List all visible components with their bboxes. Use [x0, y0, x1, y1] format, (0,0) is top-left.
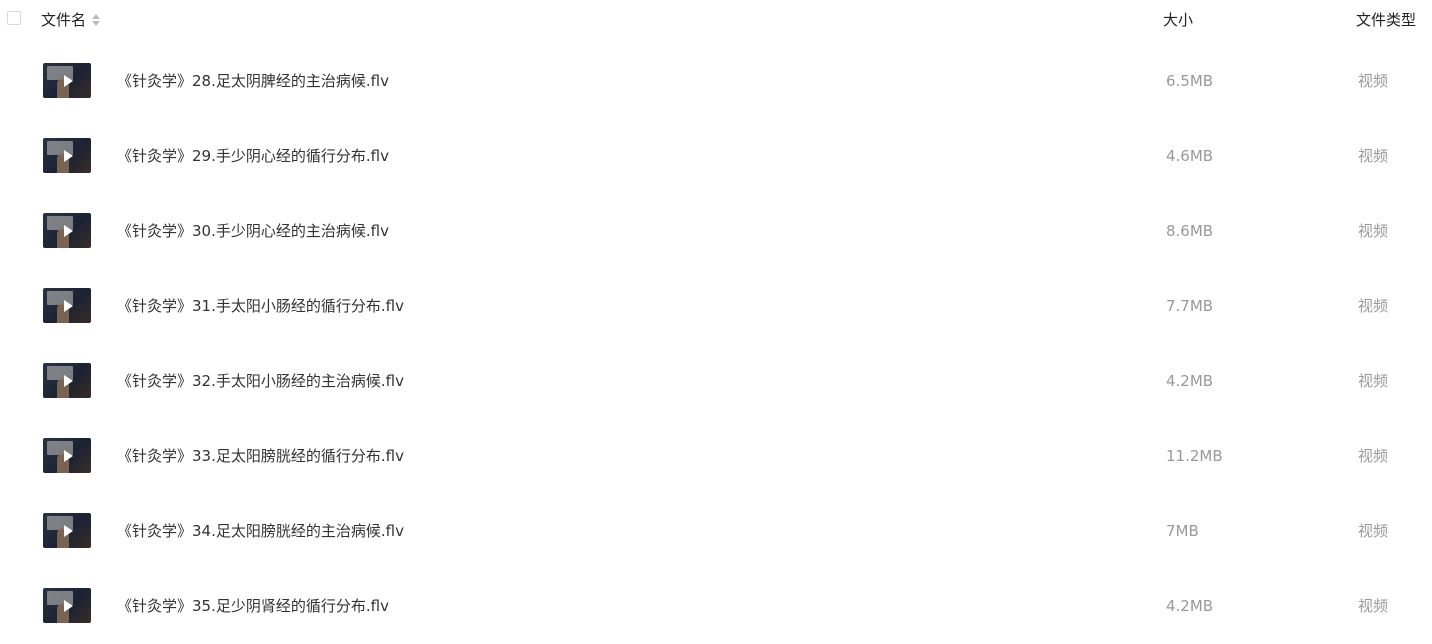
file-name[interactable]: 《针灸学》35.足少阴肾经的循行分布.flv	[117, 596, 389, 616]
file-type: 视频	[1358, 597, 1389, 615]
video-thumbnail-icon[interactable]	[43, 588, 91, 623]
file-type: 视频	[1358, 222, 1389, 240]
file-name[interactable]: 《针灸学》29.手少阴心经的循行分布.flv	[117, 146, 389, 166]
video-thumbnail-icon[interactable]	[43, 213, 91, 248]
file-name[interactable]: 《针灸学》33.足太阳膀胱经的循行分布.flv	[117, 446, 404, 466]
file-list-header: 文件名 大小 文件类型	[0, 0, 1432, 40]
file-size: 7MB	[1166, 522, 1199, 540]
file-type: 视频	[1358, 447, 1389, 465]
play-icon	[64, 525, 73, 537]
video-thumbnail-icon[interactable]	[43, 363, 91, 398]
video-thumbnail-icon[interactable]	[43, 288, 91, 323]
file-name[interactable]: 《针灸学》34.足太阳膀胱经的主治病候.flv	[117, 521, 404, 541]
play-icon	[64, 300, 73, 312]
file-size: 8.6MB	[1166, 222, 1214, 240]
play-icon	[64, 75, 73, 87]
file-size: 4.2MB	[1166, 372, 1214, 390]
file-name[interactable]: 《针灸学》31.手太阳小肠经的循行分布.flv	[117, 296, 404, 316]
video-thumbnail-icon[interactable]	[43, 63, 91, 98]
play-icon	[64, 450, 73, 462]
file-name[interactable]: 《针灸学》28.足太阴脾经的主治病候.flv	[117, 71, 389, 91]
video-thumbnail-icon[interactable]	[43, 138, 91, 173]
file-size: 11.2MB	[1166, 447, 1223, 465]
file-size: 4.6MB	[1166, 147, 1214, 165]
file-row[interactable]: 《针灸学》30.手少阴心经的主治病候.flv 8.6MB 视频	[0, 194, 1432, 269]
file-row[interactable]: 《针灸学》31.手太阳小肠经的循行分布.flv 7.7MB 视频	[0, 269, 1432, 344]
file-row[interactable]: 《针灸学》29.手少阴心经的循行分布.flv 4.6MB 视频	[0, 119, 1432, 194]
file-size: 7.7MB	[1166, 297, 1214, 315]
file-list: 《针灸学》28.足太阴脾经的主治病候.flv 6.5MB 视频 《针灸学》29.…	[0, 44, 1432, 644]
column-header-size[interactable]: 大小	[1163, 10, 1193, 30]
video-thumbnail-icon[interactable]	[43, 438, 91, 473]
file-type: 视频	[1358, 297, 1389, 315]
play-icon	[64, 150, 73, 162]
file-type: 视频	[1358, 522, 1389, 540]
file-type: 视频	[1358, 147, 1389, 165]
file-row[interactable]: 《针灸学》35.足少阴肾经的循行分布.flv 4.2MB 视频	[0, 569, 1432, 644]
file-type: 视频	[1358, 372, 1389, 390]
file-name[interactable]: 《针灸学》30.手少阴心经的主治病候.flv	[117, 221, 389, 241]
file-name[interactable]: 《针灸学》32.手太阳小肠经的主治病候.flv	[117, 371, 404, 391]
column-header-name[interactable]: 文件名	[41, 10, 101, 30]
column-header-type[interactable]: 文件类型	[1356, 10, 1416, 30]
file-row[interactable]: 《针灸学》34.足太阳膀胱经的主治病候.flv 7MB 视频	[0, 494, 1432, 569]
video-thumbnail-icon[interactable]	[43, 513, 91, 548]
file-row[interactable]: 《针灸学》32.手太阳小肠经的主治病候.flv 4.2MB 视频	[0, 344, 1432, 419]
file-size: 4.2MB	[1166, 597, 1214, 615]
column-header-name-label: 文件名	[41, 11, 87, 29]
file-size: 6.5MB	[1166, 72, 1214, 90]
sort-icon[interactable]	[92, 13, 101, 27]
play-icon	[64, 600, 73, 612]
play-icon	[64, 225, 73, 237]
play-icon	[64, 375, 73, 387]
file-type: 视频	[1358, 72, 1389, 90]
file-row[interactable]: 《针灸学》28.足太阴脾经的主治病候.flv 6.5MB 视频	[0, 44, 1432, 119]
select-all-checkbox[interactable]	[7, 11, 21, 25]
file-row[interactable]: 《针灸学》33.足太阳膀胱经的循行分布.flv 11.2MB 视频	[0, 419, 1432, 494]
